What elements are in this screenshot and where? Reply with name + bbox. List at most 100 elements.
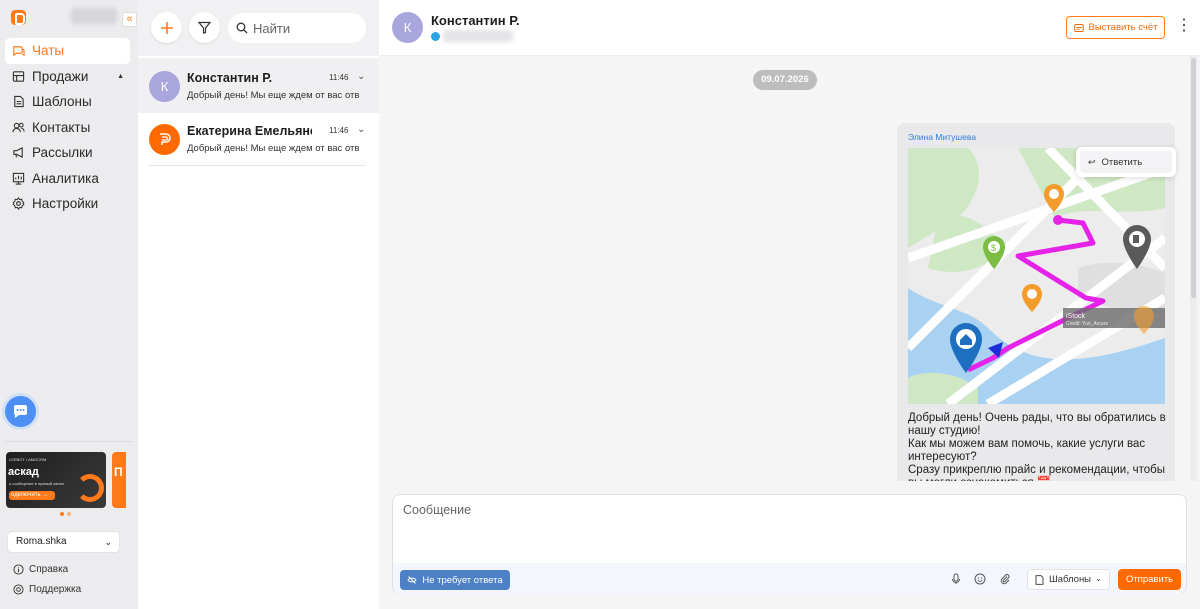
promo-banner[interactable]: LEEBOT • AMOCRM аскад о-сообщение в нужн… bbox=[6, 452, 106, 508]
paperclip-icon[interactable] bbox=[999, 573, 1011, 585]
chat-preview: Добрый день! Мы еще ждем от вас отв bbox=[187, 143, 360, 154]
sidebar: « Чаты Продажи ▲ Шаблоны Контакты Рассыл… bbox=[0, 0, 138, 609]
support-label: Поддержка bbox=[29, 584, 82, 595]
sidebar-item-label: Чаты bbox=[32, 43, 65, 59]
message-input[interactable] bbox=[403, 503, 1173, 553]
more-options-icon[interactable]: ⋮ bbox=[1176, 17, 1192, 37]
templates-icon bbox=[12, 95, 25, 108]
chat-preview: Добрый день! Мы еще ждем от вас отв bbox=[187, 90, 360, 101]
emoji-icon[interactable] bbox=[974, 573, 986, 585]
carousel-dot[interactable] bbox=[67, 512, 71, 516]
conversation-header: К Константин Р. Выставить счёт ⋮ bbox=[379, 0, 1200, 56]
date-separator: 09.07.2026 bbox=[753, 70, 817, 90]
chat-list-item[interactable]: Екатерина Емельянова 11:46 ⌄ Добрый день… bbox=[138, 111, 379, 166]
chat-contact-name: Константин Р. bbox=[187, 71, 273, 85]
promo-banner-next[interactable]: П bbox=[112, 452, 126, 508]
chat-bubble-icon bbox=[14, 405, 27, 418]
list-separator bbox=[148, 165, 366, 166]
message-text-content: Добрый день! Очень рады, что вы обратили… bbox=[908, 412, 1166, 481]
carousel-dot[interactable] bbox=[60, 512, 64, 516]
chat-time: 11:46 bbox=[329, 73, 349, 82]
reply-menu-item[interactable]: ↩ Ответить bbox=[1080, 151, 1172, 173]
promo-subtitle: о-сообщение в нужный канал bbox=[9, 481, 65, 486]
no-reply-needed-button[interactable]: Не требует ответа bbox=[400, 570, 510, 590]
sidebar-item-label: Шаблоны bbox=[32, 94, 92, 110]
promo-title: аскад bbox=[8, 466, 39, 478]
app-logo[interactable] bbox=[11, 10, 26, 25]
analytics-icon bbox=[12, 172, 25, 185]
chevron-down-icon[interactable]: ⌄ bbox=[357, 71, 365, 82]
search-icon bbox=[236, 22, 248, 34]
send-button[interactable]: Отправить bbox=[1118, 569, 1181, 590]
svg-text:$: $ bbox=[991, 243, 996, 253]
contact-handle-blurred bbox=[443, 30, 513, 42]
message-context-menu: ↩ Ответить bbox=[1076, 147, 1176, 177]
help-link[interactable]: Справка bbox=[13, 564, 68, 575]
sidebar-item-settings[interactable]: Настройки bbox=[5, 191, 130, 217]
sidebar-item-sales[interactable]: Продажи ▲ bbox=[5, 64, 130, 90]
sidebar-item-broadcasts[interactable]: Рассылки bbox=[5, 140, 130, 166]
expand-caret-icon[interactable]: ▲ bbox=[117, 73, 124, 80]
chat-list-header bbox=[138, 0, 379, 56]
brand-logo-icon bbox=[160, 133, 171, 145]
microphone-icon[interactable] bbox=[950, 573, 962, 585]
eye-off-icon bbox=[407, 576, 417, 584]
reply-label: Ответить bbox=[1101, 156, 1143, 168]
messages-scrollbar[interactable] bbox=[1190, 56, 1197, 481]
contact-name[interactable]: Константин Р. bbox=[431, 13, 520, 28]
chevron-down-icon[interactable]: ⌄ bbox=[357, 124, 365, 135]
chat-list-item[interactable]: К Константин Р. 11:46 ⌄ Добрый день! Мы … bbox=[138, 58, 379, 113]
workspace-name-blurred bbox=[71, 8, 117, 24]
sidebar-divider bbox=[5, 441, 133, 442]
new-chat-button[interactable] bbox=[151, 12, 182, 43]
chats-icon bbox=[12, 44, 25, 57]
sidebar-item-templates[interactable]: Шаблоны bbox=[5, 89, 130, 115]
filter-icon bbox=[198, 21, 211, 34]
info-icon bbox=[13, 564, 24, 575]
plus-icon bbox=[160, 21, 173, 34]
support-link[interactable]: Поддержка bbox=[13, 584, 81, 595]
megaphone-icon bbox=[12, 146, 25, 159]
chat-contact-name: Екатерина Емельянова bbox=[187, 124, 312, 138]
message-sender: Элина Митушева bbox=[908, 132, 977, 142]
sales-icon bbox=[12, 70, 25, 83]
no-reply-label: Не требует ответа bbox=[422, 574, 503, 586]
messages-area[interactable]: 09.07.2026 Элина Митушева $ iStock Credi… bbox=[379, 56, 1200, 481]
invoice-label: Выставить счёт bbox=[1088, 22, 1158, 33]
message-image-map[interactable]: $ iStock Credit: Yuri_Arcurs bbox=[908, 148, 1165, 404]
account-name: Roma.shka bbox=[16, 536, 67, 547]
telegram-icon bbox=[431, 32, 440, 41]
sidebar-item-contacts[interactable]: Контакты bbox=[5, 115, 130, 141]
carousel-dots[interactable] bbox=[60, 512, 71, 516]
collapse-sidebar-button[interactable]: « bbox=[122, 12, 137, 27]
issue-invoice-button[interactable]: Выставить счёт bbox=[1066, 16, 1165, 39]
sidebar-item-label: Аналитика bbox=[32, 170, 99, 186]
sidebar-item-chats[interactable]: Чаты bbox=[5, 38, 130, 64]
contacts-icon bbox=[12, 121, 25, 134]
search-input[interactable] bbox=[253, 20, 353, 36]
support-icon bbox=[13, 584, 24, 595]
message-composer: Не требует ответа Шаблоны ⌄ Отправить bbox=[392, 494, 1187, 594]
support-chat-button[interactable] bbox=[5, 396, 36, 427]
filter-button[interactable] bbox=[189, 12, 220, 43]
invoice-icon bbox=[1073, 23, 1084, 32]
document-icon bbox=[1035, 574, 1044, 585]
search-box[interactable] bbox=[228, 13, 366, 43]
conversation-panel: К Константин Р. Выставить счёт ⋮ 09.07.2… bbox=[379, 0, 1200, 609]
account-select[interactable]: Roma.shka ⌄ bbox=[7, 531, 120, 553]
gear-icon bbox=[12, 197, 25, 211]
avatar[interactable]: К bbox=[392, 12, 423, 43]
sidebar-item-label: Контакты bbox=[32, 119, 91, 135]
reply-icon: ↩ bbox=[1088, 156, 1096, 167]
avatar: К bbox=[149, 71, 180, 102]
chevron-down-icon: ⌄ bbox=[1095, 574, 1102, 583]
sidebar-item-analytics[interactable]: Аналитика bbox=[5, 166, 130, 192]
scrollbar-thumb[interactable] bbox=[1191, 58, 1196, 298]
image-watermark: iStock bbox=[1066, 313, 1086, 320]
promo-connect-button[interactable]: одключить → bbox=[9, 491, 55, 500]
image-credit: Credit: Yuri_Arcurs bbox=[1066, 321, 1108, 327]
map-illustration: $ iStock Credit: Yuri_Arcurs bbox=[908, 148, 1165, 404]
templates-dropdown[interactable]: Шаблоны ⌄ bbox=[1027, 569, 1110, 590]
main-nav: Чаты Продажи ▲ Шаблоны Контакты Рассылки… bbox=[5, 38, 130, 217]
chat-list-panel: К Константин Р. 11:46 ⌄ Добрый день! Мы … bbox=[138, 0, 379, 609]
